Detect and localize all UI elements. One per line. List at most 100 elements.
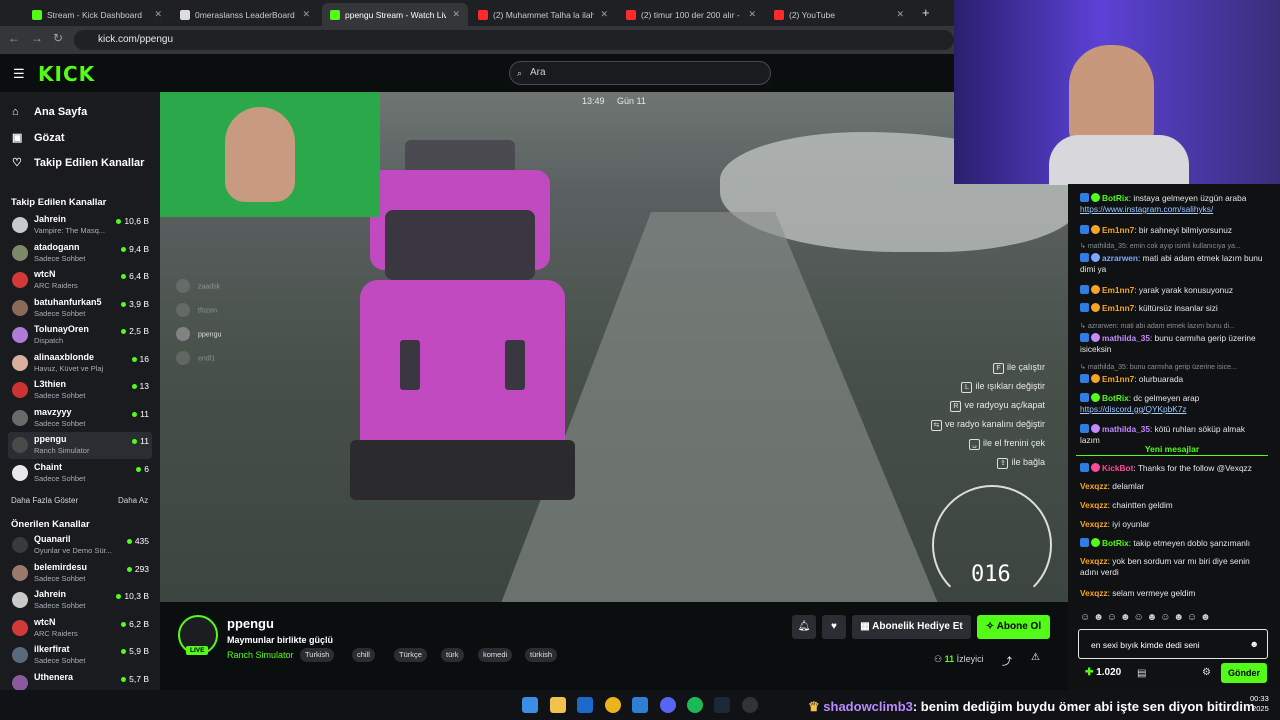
channel-item[interactable]: belemirdesu Sadece Sohbet 293 bbox=[8, 560, 152, 587]
control-hint: ⇆ ve radyo kanalını değiştir bbox=[930, 419, 1045, 431]
channel-item[interactable]: ilkerfirat Sadece Sohbet 5,9 B bbox=[8, 642, 152, 669]
browser-tab[interactable]: ppengu Stream - Watch Live ✕ bbox=[322, 3, 468, 26]
nav-following[interactable]: ♡ Takip Edilen Kanallar bbox=[12, 156, 144, 170]
channel-item[interactable]: Jahrein Sadece Sohbet 10,3 B bbox=[8, 587, 152, 614]
send-button[interactable]: Gönder bbox=[1221, 663, 1267, 683]
show-less-link[interactable]: Daha Az bbox=[118, 496, 148, 505]
chat-username[interactable]: Vexqzz bbox=[1080, 519, 1108, 529]
channel-item[interactable]: mavzyyy Sadece Sohbet 11 bbox=[8, 405, 152, 432]
chat-username[interactable]: Em1nn7 bbox=[1102, 285, 1134, 295]
chat-username[interactable]: BotRix bbox=[1102, 393, 1129, 403]
discord-icon[interactable] bbox=[660, 697, 676, 713]
chat-username[interactable]: Vexqzz bbox=[1080, 556, 1108, 566]
stream-tag[interactable]: türkish bbox=[525, 648, 558, 662]
channel-item[interactable]: L3thien Sadece Sohbet 13 bbox=[8, 377, 152, 404]
report-icon[interactable]: ⚠ bbox=[1031, 652, 1040, 663]
store-icon[interactable]: ▤ bbox=[1137, 668, 1146, 679]
chat-input[interactable]: en sexi bıyık kimde dedi seni ☻ bbox=[1078, 629, 1268, 659]
channel-item[interactable]: wtcN ARC Raiders 6,4 B bbox=[8, 267, 152, 294]
browser-tab[interactable]: (2) YouTube ✕ bbox=[766, 3, 912, 26]
chat-username[interactable]: azrarwen bbox=[1102, 253, 1138, 263]
channel-item[interactable]: Jahrein Vampire: The Masq... 10,6 B bbox=[8, 212, 152, 239]
channel-name: batuhanfurkan5 bbox=[34, 296, 102, 307]
share-icon[interactable]: ⤴ bbox=[1002, 653, 1012, 668]
chat-link[interactable]: https://discord.gg/QYKpbK7z bbox=[1080, 404, 1187, 414]
streamer-name[interactable]: ppengu bbox=[227, 616, 274, 631]
file-explorer-icon[interactable] bbox=[550, 697, 566, 713]
nav-home[interactable]: ⌂ Ana Sayfa bbox=[12, 106, 87, 118]
search-input[interactable]: ⌕ Ara bbox=[509, 61, 771, 85]
stream-tag[interactable]: Turkish bbox=[300, 648, 335, 662]
stream-tag[interactable]: chill bbox=[352, 648, 375, 662]
stream-category[interactable]: Ranch Simulator bbox=[227, 650, 294, 660]
nav-browse[interactable]: ▣ Gözat bbox=[12, 131, 65, 145]
chat-text: : dc gelmeyen arap bbox=[1128, 393, 1200, 403]
channel-item[interactable]: atadogann Sadece Sohbet 9,4 B bbox=[8, 240, 152, 267]
subscribe-button[interactable]: ✧ Abone Ol bbox=[977, 615, 1050, 639]
channel-avatar bbox=[12, 537, 28, 553]
live-dot-icon bbox=[131, 384, 137, 390]
chat-username[interactable]: mathilda_35 bbox=[1102, 333, 1150, 343]
stream-tag[interactable]: Türkçe bbox=[394, 648, 427, 662]
url-field[interactable]: kick.com/ppengu bbox=[74, 30, 954, 50]
chat-username[interactable]: BotRix bbox=[1102, 538, 1129, 548]
tab-favicon-icon bbox=[478, 9, 488, 20]
settings-icon[interactable]: ⚙ bbox=[1202, 667, 1211, 678]
new-tab-button[interactable]: + bbox=[922, 5, 930, 20]
forward-icon[interactable]: → bbox=[31, 31, 43, 45]
tab-close-icon[interactable]: ✕ bbox=[148, 9, 162, 20]
control-label: ile el frenini çek bbox=[982, 438, 1045, 448]
show-more-link[interactable]: Daha Fazla Göster bbox=[11, 496, 78, 505]
verified-badge-icon bbox=[1091, 253, 1100, 262]
reload-icon[interactable]: ↻ bbox=[53, 31, 63, 45]
tab-close-icon[interactable]: ✕ bbox=[296, 9, 310, 20]
stream-tag[interactable]: türk bbox=[441, 648, 464, 662]
chat-message: azrarwen: mati abi adam etmek lazım bunu… bbox=[1080, 253, 1266, 275]
browser-tab[interactable]: (2) timur 100 der 200 alır - You✕ bbox=[618, 3, 764, 26]
chat-username[interactable]: Vexqzz bbox=[1080, 481, 1108, 491]
chat-username[interactable]: Em1nn7 bbox=[1102, 303, 1134, 313]
bell-icon[interactable]: 🔔︎ bbox=[792, 615, 816, 639]
chat-username[interactable]: Vexqzz bbox=[1080, 500, 1108, 510]
channel-item[interactable]: ppengu Ranch Simulator 11 bbox=[8, 432, 152, 459]
viewer-count-text: 16 bbox=[139, 353, 149, 364]
channel-item[interactable]: Quanaril Oyunlar ve Demo Sür... 435 bbox=[8, 532, 152, 559]
steam-icon[interactable] bbox=[577, 697, 593, 713]
browser-tab[interactable]: 0meraslanss LeaderBoard | The✕ bbox=[172, 3, 318, 26]
browser-tab[interactable]: Stream - Kick Dashboard ✕ bbox=[24, 3, 170, 26]
obs-icon[interactable] bbox=[742, 697, 758, 713]
stream-tag[interactable]: komedi bbox=[478, 648, 513, 662]
channel-points[interactable]: ✚ 1.020 bbox=[1085, 667, 1121, 678]
tab-close-icon[interactable]: ✕ bbox=[742, 9, 756, 20]
channel-item[interactable]: batuhanfurkan5 Sadece Sohbet 3,9 B bbox=[8, 295, 152, 322]
chat-username[interactable]: KickBot bbox=[1102, 463, 1133, 473]
windows-start-icon[interactable] bbox=[522, 697, 538, 713]
steam-app-icon[interactable] bbox=[714, 697, 730, 713]
chat-username[interactable]: BotRix bbox=[1102, 193, 1129, 203]
emoji-icon[interactable]: ☻ bbox=[1250, 639, 1259, 649]
spotify-icon[interactable] bbox=[687, 697, 703, 713]
channel-item[interactable]: wtcN ARC Raiders 6,2 B bbox=[8, 615, 152, 642]
tab-close-icon[interactable]: ✕ bbox=[594, 9, 608, 20]
chat-username[interactable]: Em1nn7 bbox=[1102, 374, 1134, 384]
kick-logo[interactable]: KICK bbox=[38, 62, 95, 86]
chat-username[interactable]: mathilda_35 bbox=[1102, 424, 1150, 434]
channel-category: Vampire: The Masq... bbox=[34, 226, 106, 235]
channel-name: alinaaxblonde bbox=[34, 351, 95, 362]
back-icon[interactable]: ← bbox=[8, 31, 20, 45]
chat-username[interactable]: Vexqzz bbox=[1080, 588, 1108, 598]
photos-icon[interactable] bbox=[632, 697, 648, 713]
chat-username[interactable]: Em1nn7 bbox=[1102, 225, 1134, 235]
channel-item[interactable]: TolunayOren Dispatch 2,5 B bbox=[8, 322, 152, 349]
gift-subscription-button[interactable]: ▦ Abonelik Hediye Et bbox=[852, 615, 971, 639]
tab-close-icon[interactable]: ✕ bbox=[446, 9, 460, 20]
channel-item[interactable]: Chaint Sadece Sohbet 6 bbox=[8, 460, 152, 487]
menu-icon[interactable]: ☰ bbox=[13, 66, 25, 82]
chrome-icon[interactable] bbox=[605, 697, 621, 713]
heart-follow-icon[interactable]: ♥ bbox=[822, 615, 846, 639]
browser-tab[interactable]: (2) Muhammet Talha la ilahe illa✕ bbox=[470, 3, 616, 26]
emote-bar[interactable]: ☺☻☺☻☺☻☺☻☺☻ bbox=[1080, 612, 1268, 626]
chat-link[interactable]: https://www.instagram.com/salihyks/ bbox=[1080, 204, 1213, 214]
channel-item[interactable]: alinaaxblonde Havuz, Küvet ve Plaj 16 bbox=[8, 350, 152, 377]
tab-close-icon[interactable]: ✕ bbox=[890, 9, 904, 20]
